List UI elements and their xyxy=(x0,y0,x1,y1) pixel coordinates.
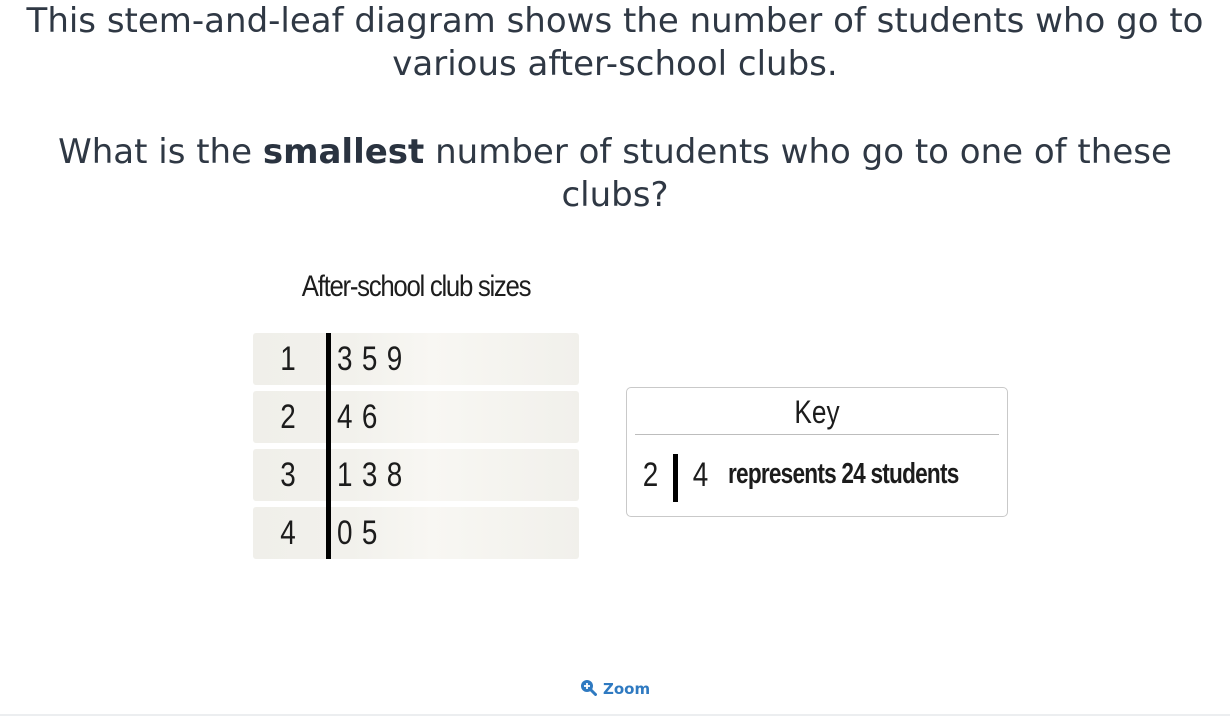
key-divider xyxy=(635,434,999,435)
plot-row: 2 4 6 xyxy=(253,391,579,443)
leaf-values: 4 6 xyxy=(337,398,378,436)
zoom-button[interactable]: Zoom xyxy=(580,678,650,700)
stem-leaf-divider xyxy=(326,333,331,559)
question-intro: This stem-and-leaf diagram shows the num… xyxy=(26,1,1204,84)
stem-and-leaf-plot: 1 3 5 9 2 4 6 3 1 3 8 4 0 5 xyxy=(253,333,579,559)
plot-row: 3 1 3 8 xyxy=(253,449,579,501)
key-leaf: 4 xyxy=(692,456,709,494)
key-explanation: represents 24 students xyxy=(728,458,959,490)
leaf-values: 3 5 9 xyxy=(337,340,403,378)
leaf-values: 0 5 xyxy=(337,514,378,552)
key-stem: 2 xyxy=(642,456,659,494)
key-title: Key xyxy=(794,394,840,430)
plot-row: 4 0 5 xyxy=(253,507,579,559)
prompt-text-before: What is the xyxy=(58,132,263,172)
stem-value: 3 xyxy=(280,456,296,494)
stem-value: 4 xyxy=(280,514,296,552)
prompt-emphasis: smallest xyxy=(262,132,425,172)
plot-row: 1 3 5 9 xyxy=(253,333,579,385)
question-prompt: What is the smallest number of students … xyxy=(0,131,1230,217)
key-stem-leaf-divider xyxy=(673,454,678,502)
stem-value: 1 xyxy=(280,340,296,378)
plot-title: After-school club sizes xyxy=(301,270,532,303)
stem-value: 2 xyxy=(280,398,296,436)
zoom-in-icon xyxy=(580,679,597,700)
zoom-label: Zoom xyxy=(603,680,651,698)
key-box: Key 2 4 represents 24 students xyxy=(626,387,1008,517)
leaf-values: 1 3 8 xyxy=(337,456,403,494)
prompt-text-after: number of students who go to one of thes… xyxy=(424,132,1172,215)
footer-divider xyxy=(0,714,1230,716)
